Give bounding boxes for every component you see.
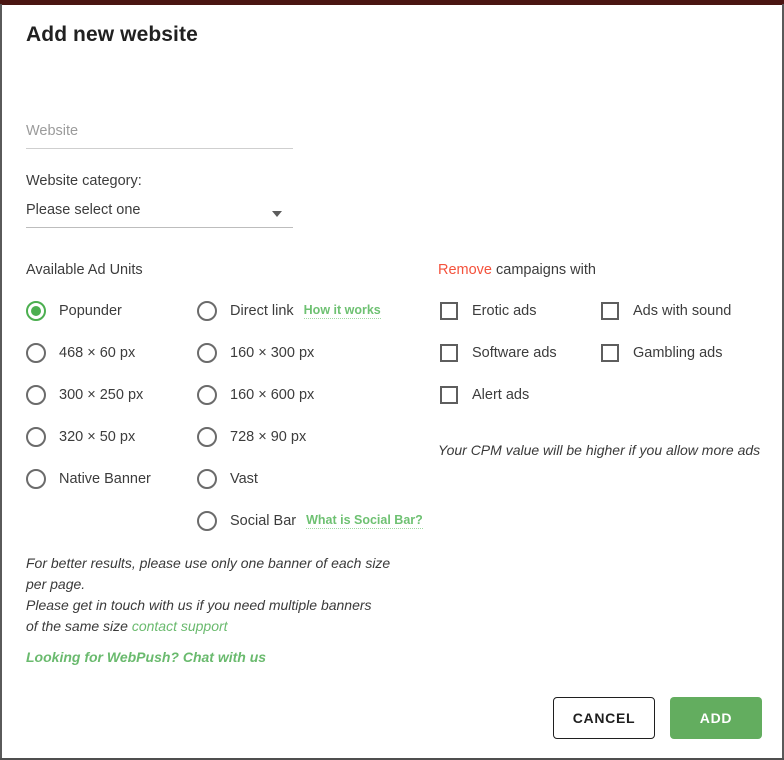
radio-option-social-bar[interactable]: Social Bar What is Social Bar? <box>197 509 423 533</box>
checkbox-option-ads-with-sound[interactable]: Ads with sound <box>601 299 731 323</box>
radio-icon[interactable] <box>197 343 217 363</box>
radio-option-direct-link[interactable]: Direct link How it works <box>197 299 381 323</box>
remove-accent-word: Remove <box>438 262 492 278</box>
radio-icon[interactable] <box>26 343 46 363</box>
checkbox-label: Alert ads <box>472 387 530 403</box>
checkbox-option-gambling-ads[interactable]: Gambling ads <box>601 341 722 365</box>
radio-label: 160 × 300 px <box>230 345 315 361</box>
radio-option-728x90[interactable]: 728 × 90 px <box>197 425 306 449</box>
add-button[interactable]: ADD <box>670 697 762 739</box>
website-input-underline <box>26 148 293 149</box>
radio-option-320x50[interactable]: 320 × 50 px <box>26 425 135 449</box>
radio-label: Vast <box>230 471 258 487</box>
chevron-down-icon <box>272 211 282 217</box>
radio-option-160x600[interactable]: 160 × 600 px <box>197 383 314 407</box>
banner-note-line-2: per page. <box>26 576 86 592</box>
radio-label: Native Banner <box>59 471 151 487</box>
checkbox-label: Software ads <box>472 345 557 361</box>
how-it-works-link[interactable]: How it works <box>303 303 381 319</box>
website-category-underline <box>26 227 293 228</box>
radio-icon-selected[interactable] <box>26 301 46 321</box>
add-new-website-dialog: Add new website Website Website category… <box>2 5 782 758</box>
banner-note-line-4: of the same size <box>26 618 132 634</box>
radio-label: 468 × 60 px <box>59 345 136 361</box>
available-ad-units-heading: Available Ad Units <box>26 262 143 278</box>
radio-label: 160 × 600 px <box>230 387 315 403</box>
checkbox-icon[interactable] <box>601 302 619 320</box>
radio-label: Direct link <box>230 303 294 319</box>
webpush-chat-link[interactable]: Looking for WebPush? Chat with us <box>26 647 266 668</box>
radio-icon[interactable] <box>26 427 46 447</box>
checkbox-icon[interactable] <box>440 302 458 320</box>
radio-option-300x250[interactable]: 300 × 250 px <box>26 383 143 407</box>
checkbox-icon[interactable] <box>601 344 619 362</box>
checkbox-label: Gambling ads <box>633 345 723 361</box>
remove-heading-rest: campaigns with <box>492 262 596 278</box>
website-category-select[interactable]: Please select one <box>26 202 293 228</box>
radio-icon[interactable] <box>197 427 217 447</box>
radio-icon[interactable] <box>26 469 46 489</box>
radio-icon[interactable] <box>26 385 46 405</box>
banner-note-line-1: For better results, please use only one … <box>26 555 391 571</box>
banner-note-line-3: Please get in touch with us if you need … <box>26 597 372 613</box>
page-title: Add new website <box>26 23 198 46</box>
cancel-button[interactable]: CANCEL <box>553 697 655 739</box>
radio-icon[interactable] <box>197 469 217 489</box>
checkbox-option-alert-ads[interactable]: Alert ads <box>440 383 529 407</box>
radio-label: 300 × 250 px <box>59 387 144 403</box>
checkbox-icon[interactable] <box>440 386 458 404</box>
remove-campaigns-heading: Remove campaigns with <box>438 262 596 278</box>
screenshot-root: Add new website Website Website category… <box>0 0 784 760</box>
radio-label: 728 × 90 px <box>230 429 307 445</box>
radio-option-160x300[interactable]: 160 × 300 px <box>197 341 314 365</box>
website-input-placeholder: Website <box>26 123 79 139</box>
website-input[interactable]: Website <box>26 123 293 149</box>
what-is-social-bar-link[interactable]: What is Social Bar? <box>306 513 423 529</box>
radio-label: 320 × 50 px <box>59 429 136 445</box>
checkbox-option-erotic-ads[interactable]: Erotic ads <box>440 299 536 323</box>
radio-option-popunder[interactable]: Popunder <box>26 299 122 323</box>
banner-usage-note: For better results, please use only one … <box>26 553 406 637</box>
cpm-note: Your CPM value will be higher if you all… <box>438 442 761 458</box>
contact-support-link[interactable]: contact support <box>132 618 228 634</box>
checkbox-option-software-ads[interactable]: Software ads <box>440 341 557 365</box>
radio-label: Popunder <box>59 303 122 319</box>
radio-icon[interactable] <box>197 511 217 531</box>
radio-label: Social Bar <box>230 513 297 529</box>
website-category-value: Please select one <box>26 202 141 218</box>
radio-icon[interactable] <box>197 385 217 405</box>
checkbox-label: Ads with sound <box>633 303 732 319</box>
radio-option-native-banner[interactable]: Native Banner <box>26 467 151 491</box>
dialog-edge-left <box>0 4 2 760</box>
radio-option-vast[interactable]: Vast <box>197 467 258 491</box>
radio-icon[interactable] <box>197 301 217 321</box>
website-category-label: Website category: <box>26 173 142 189</box>
checkbox-label: Erotic ads <box>472 303 537 319</box>
radio-option-468x60[interactable]: 468 × 60 px <box>26 341 135 365</box>
checkbox-icon[interactable] <box>440 344 458 362</box>
